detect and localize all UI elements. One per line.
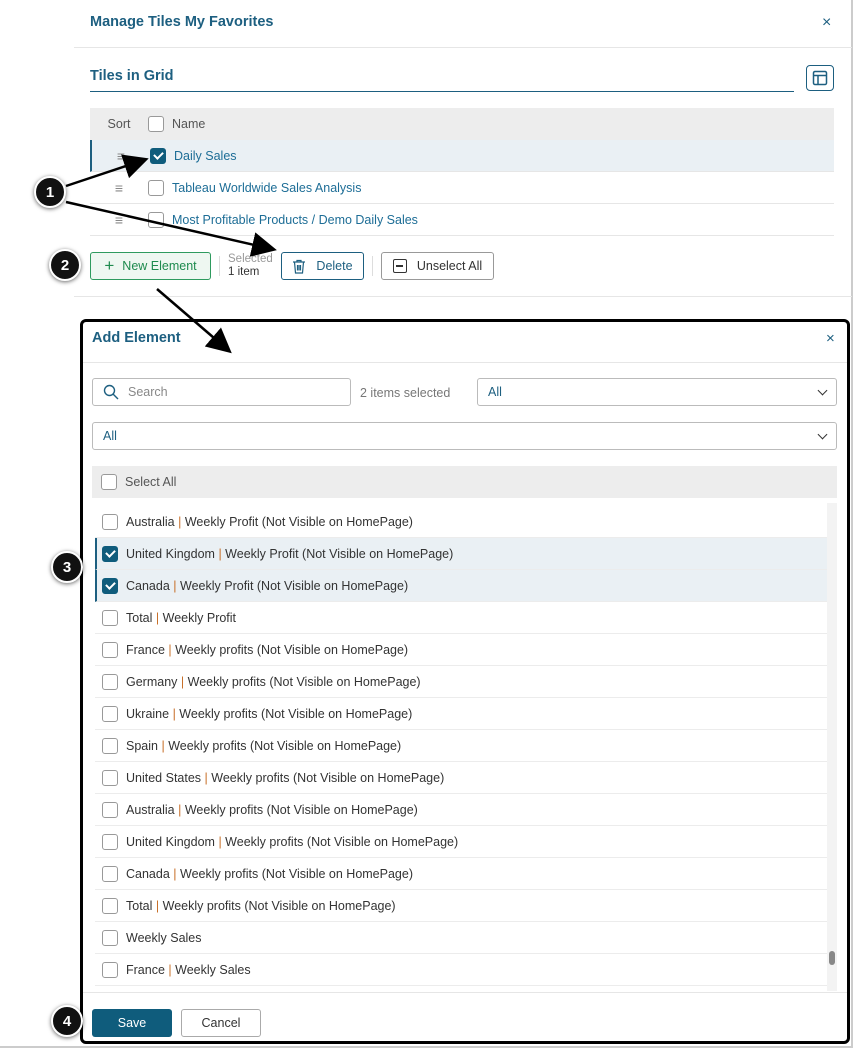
callout-4: 4 [51, 1005, 83, 1037]
annotation-arrows [65, 154, 277, 354]
arrow [156, 288, 232, 354]
callout-1: 1 [34, 176, 66, 208]
arrow [65, 200, 277, 257]
callout-2: 2 [49, 249, 81, 281]
callout-3: 3 [51, 551, 83, 583]
arrow [65, 154, 149, 188]
